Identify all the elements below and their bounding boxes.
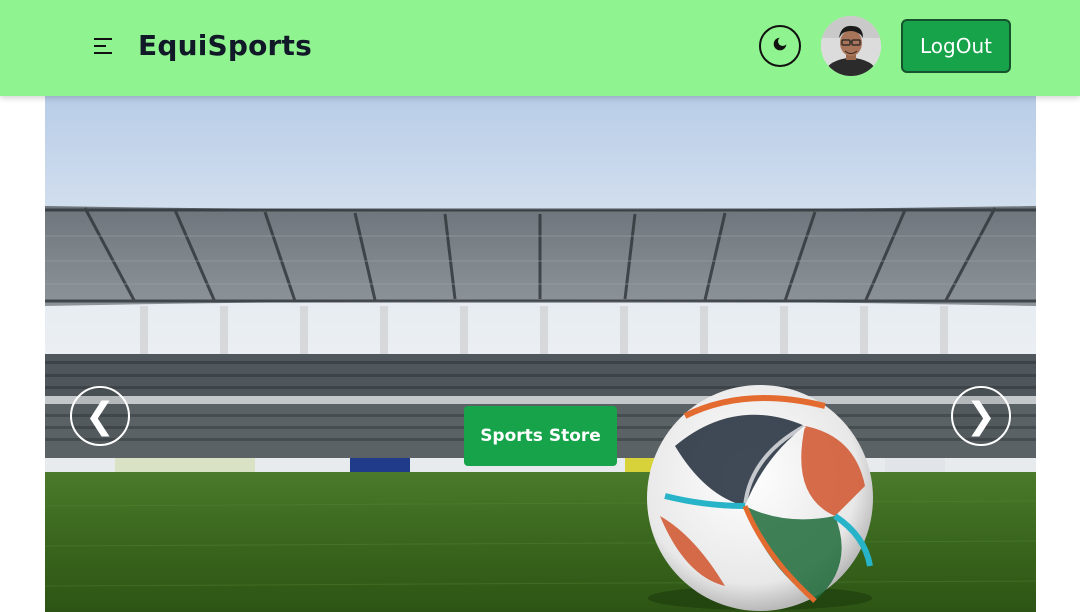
moon-icon: [771, 35, 789, 57]
stadium-image: [45, 96, 1036, 612]
menu-icon[interactable]: [92, 36, 116, 56]
logout-button[interactable]: LogOut: [901, 19, 1011, 73]
brand-logo[interactable]: EquiSports: [138, 26, 312, 66]
sports-store-button[interactable]: Sports Store: [464, 406, 617, 466]
slider-next-button[interactable]: ❯: [951, 386, 1011, 446]
hero-slider: ❮ Sports Store ❯: [45, 96, 1036, 612]
navbar: EquiSports LogOut: [0, 0, 1080, 96]
theme-toggle-button[interactable]: [759, 25, 801, 67]
slider-prev-button[interactable]: ❮: [70, 386, 130, 446]
user-avatar[interactable]: [821, 16, 881, 76]
